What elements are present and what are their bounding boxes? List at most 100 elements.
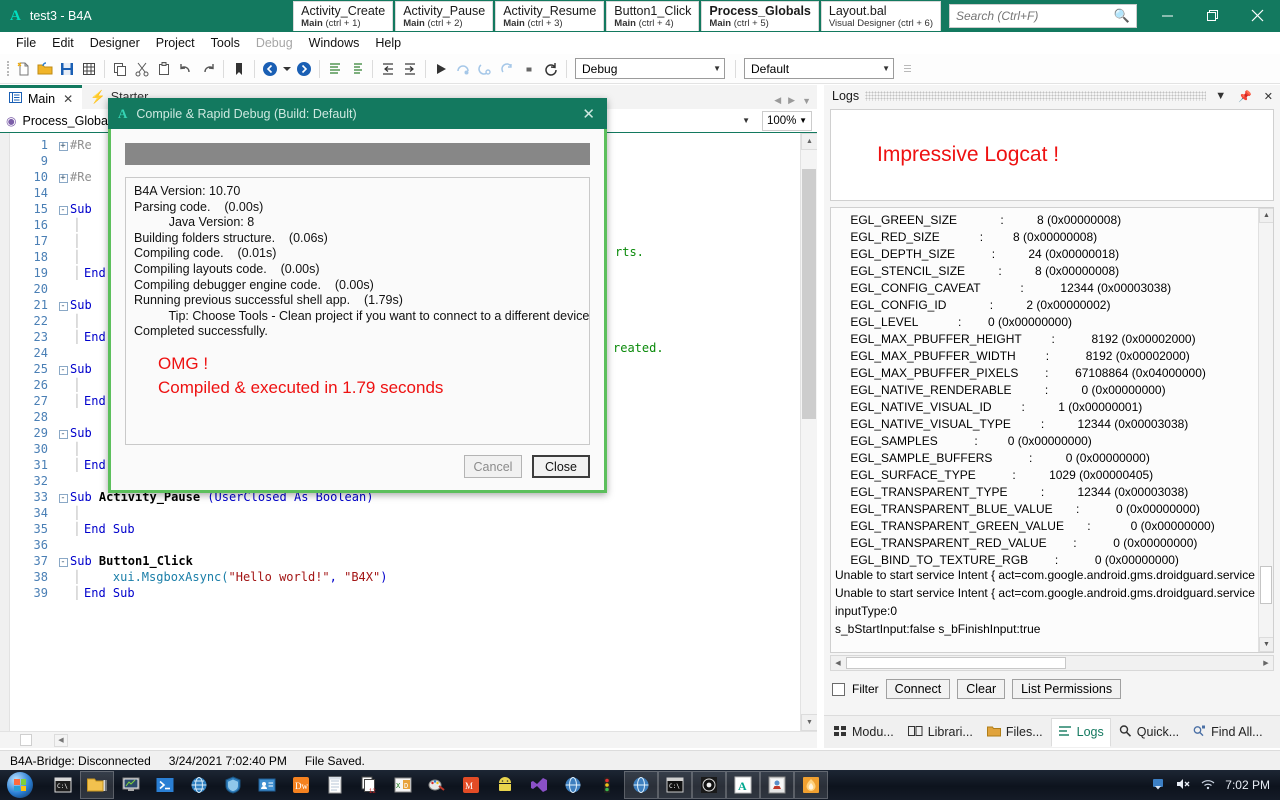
logs-hscroll-left-button[interactable]: ◀: [832, 657, 844, 669]
fold-toggle-icon[interactable]: -: [56, 364, 70, 375]
search-box[interactable]: 🔍: [949, 4, 1137, 28]
taskbar-item[interactable]: [760, 771, 794, 799]
logs-scroll-down-button[interactable]: ▼: [1259, 637, 1274, 652]
open-folder-icon[interactable]: [34, 58, 56, 80]
tab-prev-icon[interactable]: ◀: [774, 95, 781, 106]
tab-next-icon[interactable]: ▶: [788, 95, 795, 106]
close-button[interactable]: Close: [532, 455, 590, 478]
search-input[interactable]: [956, 9, 1114, 23]
fold-toggle-icon[interactable]: +: [56, 140, 70, 151]
taskbar-item[interactable]: [522, 771, 556, 799]
fold-toggle-icon[interactable]: -: [56, 428, 70, 439]
new-file-icon[interactable]: [12, 58, 34, 80]
quick-tab-activity-resume[interactable]: Activity_Resume Main (ctrl + 3): [495, 1, 604, 31]
taskbar-item[interactable]: [318, 771, 352, 799]
minimize-button[interactable]: [1145, 0, 1190, 30]
taskbar-item[interactable]: [148, 771, 182, 799]
restart-icon[interactable]: [540, 58, 562, 80]
logs-vertical-scrollbar[interactable]: ▲ ▼: [1258, 208, 1273, 652]
scroll-down-button[interactable]: ▼: [801, 714, 817, 731]
cut-icon[interactable]: [131, 58, 153, 80]
taskbar-item[interactable]: [590, 771, 624, 799]
wifi-icon[interactable]: [1200, 776, 1216, 795]
tab-list-icon[interactable]: ▼: [802, 96, 811, 106]
layout-variant-select[interactable]: Default ▼: [744, 58, 894, 79]
fold-toggle-icon[interactable]: -: [56, 556, 70, 567]
step-into-icon[interactable]: [474, 58, 496, 80]
code-line[interactable]: 39│End Sub: [10, 585, 817, 601]
run-icon[interactable]: [430, 58, 452, 80]
taskbar-item[interactable]: [250, 771, 284, 799]
logs-drag-handle[interactable]: [865, 91, 1206, 101]
redo-icon[interactable]: [197, 58, 219, 80]
taskbar-item[interactable]: M: [454, 771, 488, 799]
code-line[interactable]: 37-Sub Button1_Click: [10, 553, 817, 569]
back-dropdown-icon[interactable]: [281, 58, 293, 80]
logs-hscroll-thumb[interactable]: [846, 657, 1066, 669]
menu-project[interactable]: Project: [148, 34, 203, 52]
taskbar-item[interactable]: A: [726, 771, 760, 799]
maximize-button[interactable]: [1190, 0, 1235, 30]
taskbar-item[interactable]: XD: [386, 771, 420, 799]
volume-mute-icon[interactable]: [1175, 776, 1191, 795]
dialog-close-button[interactable]: ✕: [576, 105, 601, 123]
save-icon[interactable]: [56, 58, 78, 80]
quick-tab-activity-create[interactable]: Activity_Create Main (ctrl + 1): [293, 1, 393, 31]
menu-designer[interactable]: Designer: [82, 34, 148, 52]
step-over-icon[interactable]: [452, 58, 474, 80]
code-line[interactable]: 38│ xui.MsgboxAsync("Hello world!", "B4X…: [10, 569, 817, 585]
logs-output[interactable]: EGL_GREEN_SIZE : 8 (0x00000008) EGL_RED_…: [830, 207, 1274, 653]
quick-tab-button1-click[interactable]: Button1_Click Main (ctrl + 4): [606, 1, 699, 31]
copy-icon[interactable]: [109, 58, 131, 80]
h-scroll-thumb[interactable]: [20, 734, 32, 746]
taskbar-item[interactable]: [692, 771, 726, 799]
indent-icon[interactable]: [399, 58, 421, 80]
taskbar-item[interactable]: [182, 771, 216, 799]
outdent-icon[interactable]: [377, 58, 399, 80]
code-line[interactable]: 35│End Sub: [10, 521, 817, 537]
logs-hscroll-right-button[interactable]: ▶: [1260, 657, 1272, 669]
search-icon[interactable]: 🔍: [1114, 8, 1130, 24]
save-all-icon[interactable]: [78, 58, 100, 80]
menu-file[interactable]: File: [8, 34, 44, 52]
menu-tools[interactable]: Tools: [203, 34, 248, 52]
close-button[interactable]: [1235, 0, 1280, 30]
menu-windows[interactable]: Windows: [301, 34, 368, 52]
taskbar-item[interactable]: [624, 771, 658, 799]
taskbar-item[interactable]: [80, 771, 114, 799]
quick-tab-activity-pause[interactable]: Activity_Pause Main (ctrl + 2): [395, 1, 493, 31]
undo-icon[interactable]: [175, 58, 197, 80]
close-icon[interactable]: ✕: [1261, 90, 1276, 103]
taskbar-item[interactable]: [794, 771, 828, 799]
fold-toggle-icon[interactable]: -: [56, 204, 70, 215]
connect-button[interactable]: Connect: [886, 679, 951, 699]
code-horizontal-scrollbar[interactable]: ◀: [0, 731, 817, 748]
taskbar-item[interactable]: [556, 771, 590, 799]
taskbar-item[interactable]: [216, 771, 250, 799]
comment-icon[interactable]: [324, 58, 346, 80]
editor-tab-main[interactable]: Main ✕: [0, 85, 82, 109]
list-permissions-button[interactable]: List Permissions: [1012, 679, 1121, 699]
bottom-tab-modules[interactable]: Modu...: [828, 719, 900, 746]
bottom-tab-find-all[interactable]: Find All...: [1187, 719, 1268, 746]
cancel-button[interactable]: Cancel: [464, 455, 522, 478]
scroll-thumb[interactable]: [802, 169, 816, 419]
taskbar-item[interactable]: Dw: [284, 771, 318, 799]
code-line[interactable]: 34│: [10, 505, 817, 521]
scroll-up-button[interactable]: ▲: [801, 133, 817, 150]
pin-icon[interactable]: 📌: [1235, 90, 1255, 103]
quick-tab-process-globals[interactable]: Process_Globals Main (ctrl + 5): [701, 1, 818, 31]
toolbar-overflow-button[interactable]: [902, 64, 912, 73]
bookmark-icon[interactable]: [228, 58, 250, 80]
bottom-tab-logs[interactable]: Logs: [1051, 718, 1111, 747]
bottom-tab-libraries[interactable]: Librari...: [902, 719, 979, 746]
taskbar-item[interactable]: [488, 771, 522, 799]
taskbar-item[interactable]: C:\: [46, 771, 80, 799]
menu-help[interactable]: Help: [367, 34, 409, 52]
quick-tab-layout-bal[interactable]: Layout.bal Visual Designer (ctrl + 6): [821, 1, 941, 31]
fold-toggle-icon[interactable]: -: [56, 300, 70, 311]
clear-button[interactable]: Clear: [957, 679, 1005, 699]
start-button[interactable]: [2, 771, 38, 799]
filter-checkbox[interactable]: [832, 683, 845, 696]
close-icon[interactable]: ✕: [63, 92, 73, 106]
